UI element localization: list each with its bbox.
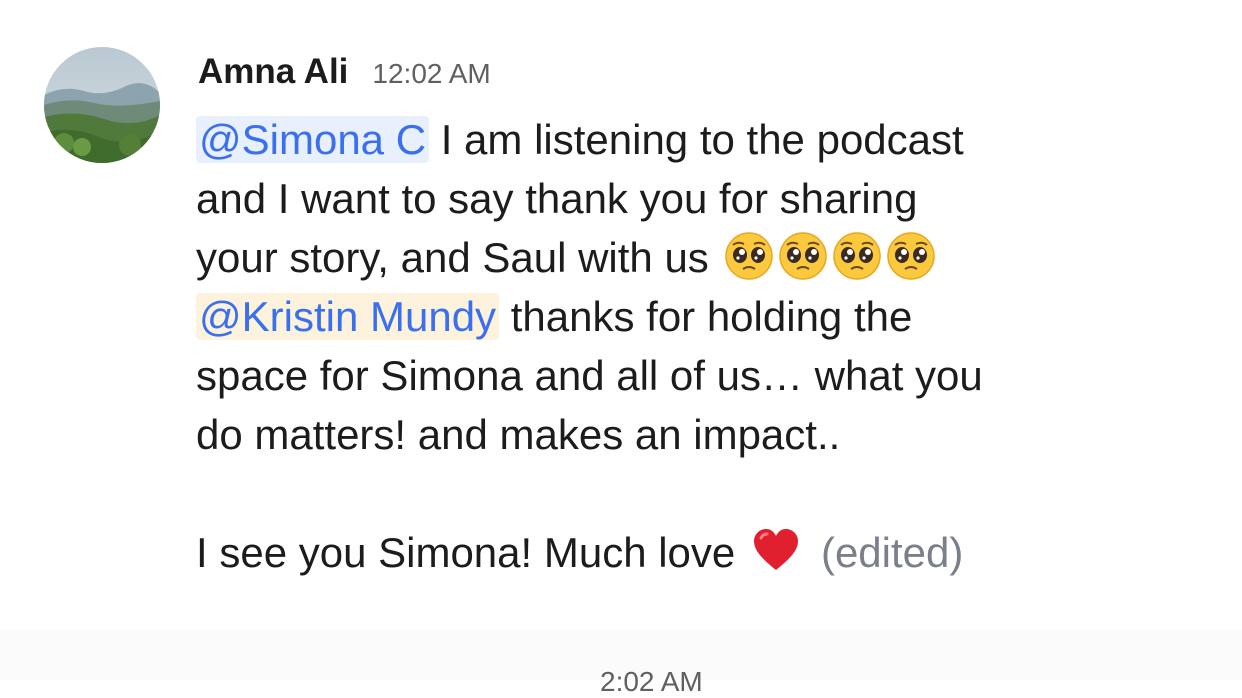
avatar[interactable] <box>44 47 160 163</box>
message-line: space for Simona and all of us… what you <box>196 346 1126 405</box>
message: Amna Ali 12:02 AM @Simona C I am listeni… <box>0 0 1242 630</box>
message-body: @Simona C I am listening to the podcast … <box>196 110 1126 582</box>
message-line: @Simona C I am listening to the podcast <box>196 110 1126 169</box>
message-line: and I want to say thank you for sharing <box>196 169 1126 228</box>
message-text: and I want to say thank you for sharing <box>196 175 918 222</box>
message-text: space for Simona and all of us… what you <box>196 352 983 399</box>
avatar-landscape-image <box>44 47 160 163</box>
mention-kristin[interactable]: @Kristin Mundy <box>196 293 500 340</box>
author-name[interactable]: Amna Ali <box>198 52 348 92</box>
message-timestamp[interactable]: 12:02 AM <box>372 58 490 90</box>
pleading-face-emoji <box>832 231 882 281</box>
message-header: Amna Ali 12:02 AM <box>198 52 491 100</box>
message-text: I see you Simona! Much love <box>196 529 747 576</box>
red-heart-emoji <box>751 526 801 576</box>
pleading-face-emoji <box>724 231 774 281</box>
next-message-timestamp[interactable]: 2:02 AM <box>600 666 703 698</box>
pleading-face-emoji <box>886 231 936 281</box>
message-text: do matters! and makes an impact.. <box>196 411 841 458</box>
message-text: I am listening to the podcast <box>429 116 964 163</box>
mention-simona[interactable]: @Simona C <box>196 116 430 163</box>
message-line: your story, and Saul with us <box>196 228 1126 287</box>
pleading-face-emoji <box>778 231 828 281</box>
edited-label: (edited) <box>820 529 964 576</box>
message-line: do matters! and makes an impact.. <box>196 405 1126 464</box>
message-text: thanks for holding the <box>499 293 913 340</box>
next-message-preview: 2:02 AM <box>0 630 1242 697</box>
message-line: I see you Simona! Much love (edited) <box>196 523 1126 582</box>
message-text: your story, and Saul with us <box>196 234 709 281</box>
message-line: @Kristin Mundy thanks for holding the <box>196 287 1126 346</box>
